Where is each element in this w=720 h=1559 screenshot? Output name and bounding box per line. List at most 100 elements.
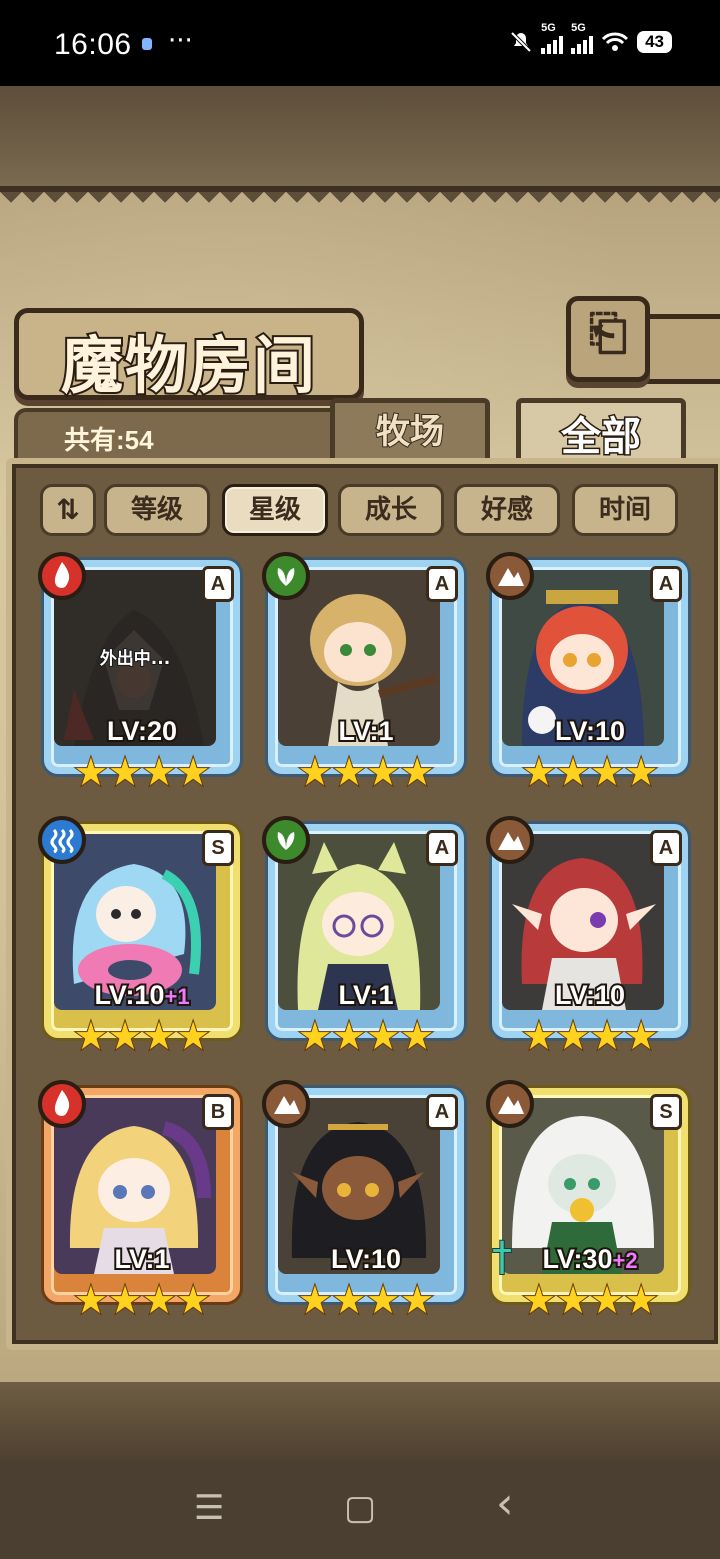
monster-card[interactable]: A LV:10 ★★★★ — [262, 1080, 468, 1324]
stars: ★★★★ — [521, 1278, 659, 1322]
fire-element-icon — [38, 1080, 86, 1128]
rank-badge: A — [650, 830, 682, 866]
star-rating: ★★★★ — [521, 1015, 659, 1057]
level-text: LV:10 — [553, 978, 627, 1012]
stars: ★★★★ — [521, 750, 659, 794]
monster-level: LV:20 — [40, 714, 244, 748]
rank-badge: A — [202, 566, 234, 602]
monster-level: LV:1 — [40, 1242, 244, 1276]
mute-icon — [510, 31, 532, 53]
stars: ★★★★ — [73, 750, 211, 794]
map-edge-decoration — [0, 192, 720, 214]
stars: ★★★★ — [73, 1014, 211, 1058]
sort-by-time-button[interactable]: 时间 — [572, 484, 678, 536]
sort-label: 星级 — [248, 495, 301, 525]
monster-level: LV:10 — [264, 1242, 468, 1276]
monster-level: LV:30+2 — [488, 1242, 692, 1276]
sort-order-icon: ⇅ — [56, 493, 80, 526]
sort-label: 时间 — [598, 495, 651, 525]
clock: 16:06 — [54, 28, 132, 61]
back-rail — [640, 314, 720, 384]
earth-element-icon — [486, 552, 534, 600]
sort-label: 等级 — [130, 495, 183, 525]
fire-element-icon — [38, 552, 86, 600]
monster-count: 共有:54 — [64, 425, 154, 455]
level-text: LV:10 — [329, 1242, 403, 1276]
rank-badge: A — [426, 1094, 458, 1130]
monster-card[interactable]: S LV:10+1 ★★★★ — [38, 816, 244, 1060]
star-rating: ★★★★ — [73, 751, 211, 793]
monster-card[interactable]: A LV:1 ★★★★ — [262, 816, 468, 1060]
star-rating: ★★★★ — [521, 751, 659, 793]
level-bonus: +2 — [610, 1246, 639, 1275]
level-text: LV:10 — [553, 714, 627, 748]
star-rating: ★★★★ — [73, 1015, 211, 1057]
system-nav-bar: ☰ ▢ ‹ — [0, 1462, 720, 1559]
rank-badge: S — [202, 830, 234, 866]
level-bonus: +1 — [162, 982, 191, 1011]
level-text: LV:1 — [112, 1242, 171, 1276]
stars: ★★★★ — [73, 1278, 211, 1322]
star-rating: ★★★★ — [297, 751, 435, 793]
level-text: LV:30 — [540, 1242, 614, 1276]
title-plate: 魔物房间 — [14, 308, 364, 404]
earth-element-icon — [486, 1080, 534, 1128]
monster-card[interactable]: A LV:1 ★★★★ — [262, 552, 468, 796]
star-rating: ★★★★ — [521, 1279, 659, 1321]
monster-card[interactable]: A LV:10 ★★★★ — [486, 552, 692, 796]
status-icons: 5G 5G 43 — [509, 22, 672, 54]
wifi-icon — [602, 32, 629, 51]
sort-by-growth-button[interactable]: 成长 — [338, 484, 444, 536]
water-element-icon — [38, 816, 86, 864]
battery-icon: 43 — [637, 31, 672, 53]
tab-ranch[interactable]: 牧场 — [330, 398, 490, 466]
stars: ★★★★ — [297, 1278, 435, 1322]
monster-card[interactable]: B LV:1 ★★★★ — [38, 1080, 244, 1324]
sort-order-toggle[interactable]: ⇅ — [40, 484, 96, 536]
map-border-top — [0, 86, 720, 192]
monster-card[interactable]: A LV:10 ★★★★ — [486, 816, 692, 1060]
away-status: 外出中... — [99, 648, 171, 670]
game-screen: 魔物房间 ⎗ 共有:54 牧场 全部 ⇅ 等级 星级 成长 好感 时间 外出中.… — [0, 86, 720, 1462]
signal-icon: 5G — [541, 22, 564, 54]
rank-badge: S — [650, 1094, 682, 1130]
back-button[interactable]: ⎗ — [566, 296, 650, 382]
sort-by-star-button[interactable]: 星级 — [222, 484, 328, 536]
star-rating: ★★★★ — [297, 1015, 435, 1057]
level-text: LV:20 — [105, 714, 179, 748]
star-rating: ★★★★ — [73, 1279, 211, 1321]
monster-level: LV:1 — [264, 978, 468, 1012]
level-text: LV:1 — [336, 978, 395, 1012]
back-nav-button[interactable]: ‹ — [496, 1478, 514, 1529]
sort-label: 成长 — [364, 495, 417, 525]
signal-icon: 5G — [571, 22, 594, 54]
earth-element-icon — [262, 1080, 310, 1128]
monster-level: LV:1 — [264, 714, 468, 748]
monster-level: LV:10 — [488, 978, 692, 1012]
rank-badge: B — [202, 1094, 234, 1130]
home-button[interactable]: ▢ — [344, 1488, 376, 1528]
tab-ranch-label: 牧场 — [375, 411, 445, 453]
notification-icon — [142, 38, 152, 50]
sort-by-affection-button[interactable]: 好感 — [454, 484, 560, 536]
sort-by-level-button[interactable]: 等级 — [104, 484, 210, 536]
sort-label: 好感 — [480, 495, 533, 525]
earth-element-icon — [486, 816, 534, 864]
level-text: LV:10 — [92, 978, 166, 1012]
map-border-bottom — [0, 1382, 720, 1462]
level-text: LV:1 — [336, 714, 395, 748]
star-rating: ★★★★ — [297, 1279, 435, 1321]
monster-card[interactable]: 外出中... A LV:20 ★★★★ — [38, 552, 244, 796]
monster-card[interactable]: S † LV:30+2 ★★★★ — [486, 1080, 692, 1324]
leaf-element-icon — [262, 816, 310, 864]
rank-badge: A — [426, 566, 458, 602]
leaf-element-icon — [262, 552, 310, 600]
status-bar: 16:06 ··· 5G 5G 43 — [0, 0, 720, 86]
monster-level: LV:10+1 — [40, 978, 244, 1012]
stars: ★★★★ — [521, 1014, 659, 1058]
page-title: 魔物房间 — [59, 327, 317, 404]
monster-list-panel: ⇅ 等级 星级 成长 好感 时间 外出中... A LV:20 ★★★★ A L… — [6, 458, 720, 1350]
rank-badge: A — [426, 830, 458, 866]
return-icon: ⎗ — [588, 305, 628, 361]
recents-button[interactable]: ☰ — [194, 1488, 224, 1528]
